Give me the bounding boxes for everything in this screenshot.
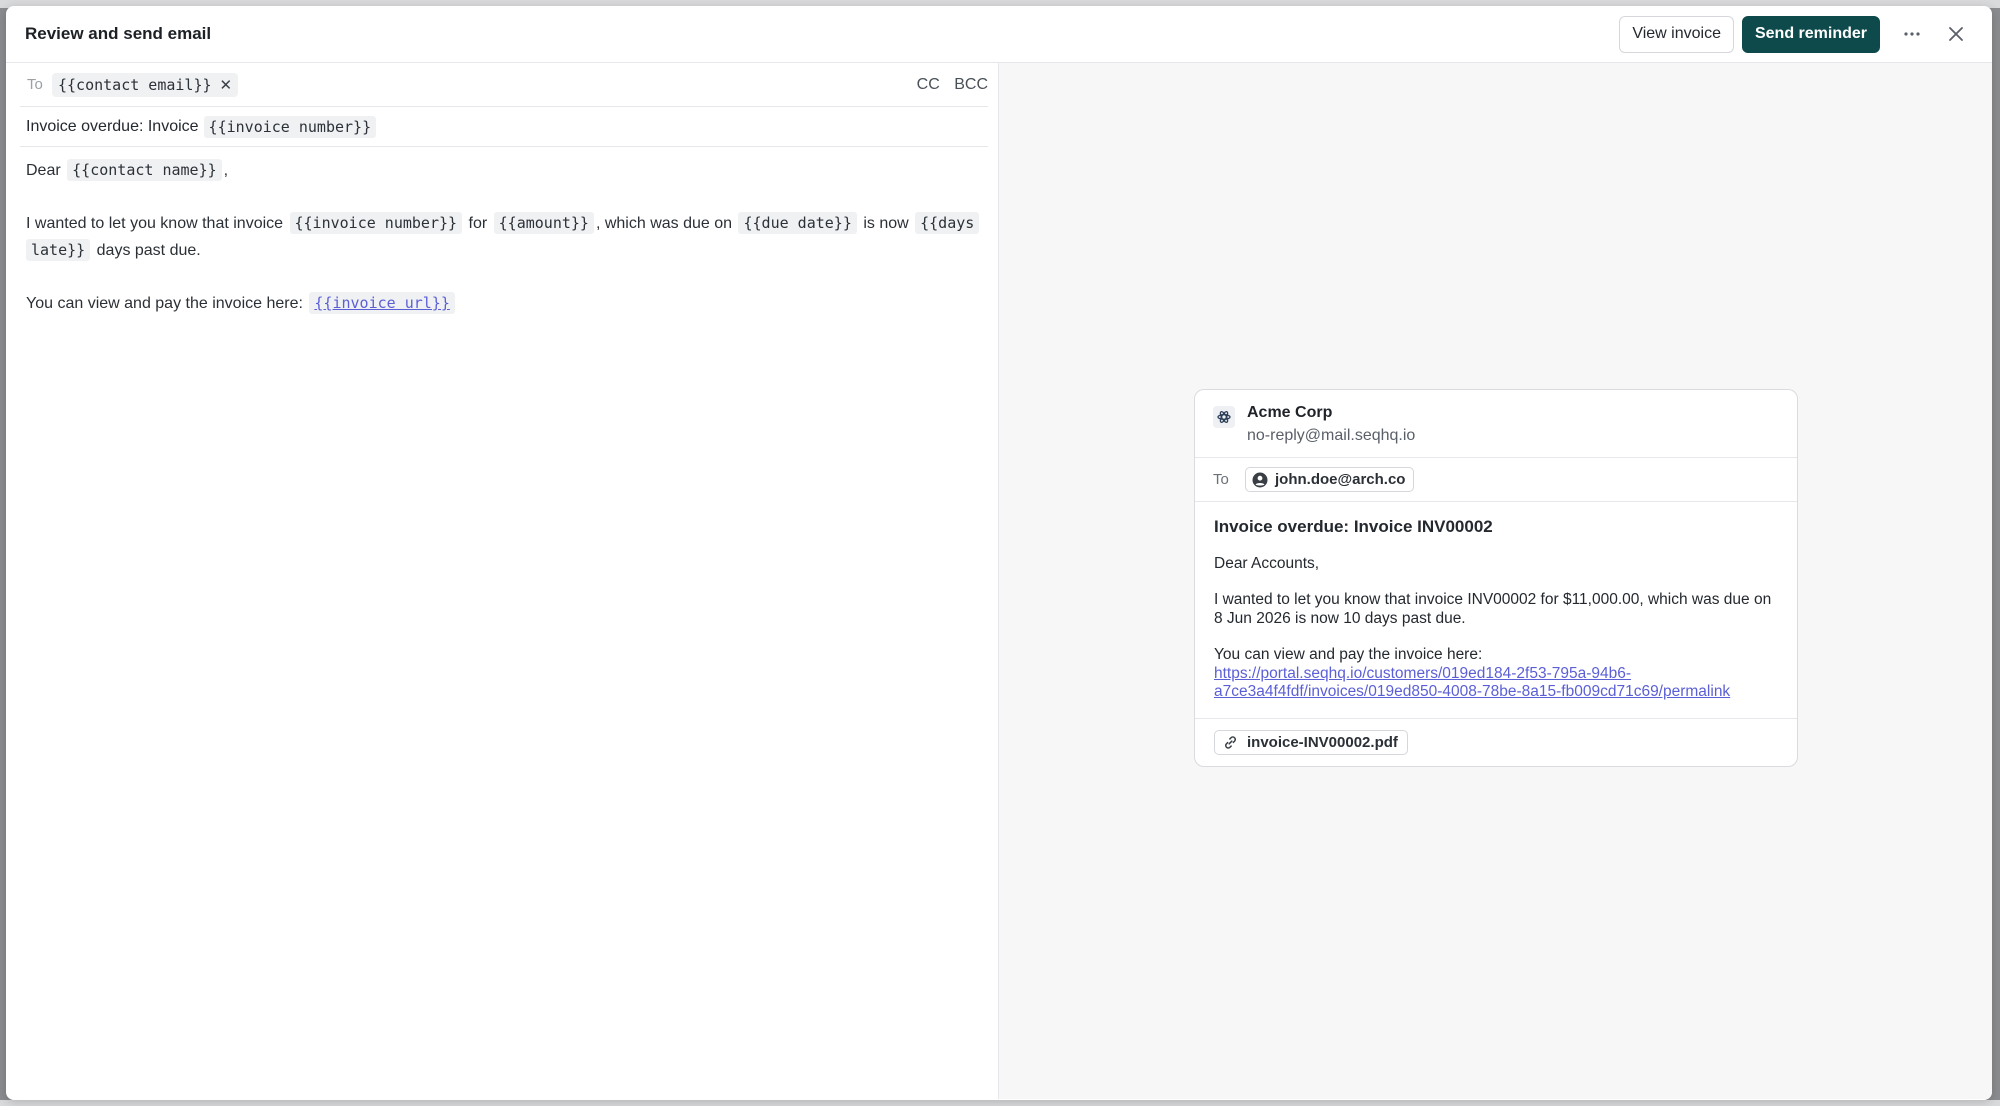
- email-preview-card: Acme Corp no-reply@mail.seqhq.io To john…: [1194, 389, 1798, 767]
- body-text: , which was due on: [595, 215, 733, 232]
- preview-paragraph-2: You can view and pay the invoice here: h…: [1214, 646, 1777, 702]
- more-icon[interactable]: [1894, 16, 1930, 52]
- bcc-toggle[interactable]: BCC: [954, 76, 988, 93]
- amount-token: {{amount}}: [493, 212, 594, 234]
- greeting-paragraph: Dear {{contact name}},: [26, 157, 988, 184]
- company-logo-icon: [1213, 406, 1235, 428]
- preview-sender: Acme Corp no-reply@mail.seqhq.io: [1195, 390, 1797, 458]
- sender-email: no-reply@mail.seqhq.io: [1247, 427, 1416, 444]
- modal-body: To {{contact email}} ✕ CC BCC Invoice ov…: [6, 63, 1992, 1099]
- invoice-portal-link[interactable]: https://portal.seqhq.io/customers/019ed1…: [1214, 665, 1631, 682]
- cc-toggle[interactable]: CC: [917, 76, 940, 93]
- body-text: is now: [863, 215, 909, 232]
- invoice-number-token: {{invoice number}}: [203, 115, 377, 138]
- preview-subject: Invoice overdue: Invoice INV00002: [1214, 517, 1493, 536]
- to-label: To: [27, 76, 43, 93]
- invoice-url-token[interactable]: {{invoice url}}: [309, 292, 455, 314]
- contact-email-token: {{contact email}}: [58, 75, 212, 94]
- body-text: days past due.: [96, 242, 201, 259]
- close-icon[interactable]: [1938, 16, 1974, 52]
- subject-text: Invoice overdue: Invoice: [26, 117, 199, 135]
- body-paragraph-2: You can view and pay the invoice here: {…: [26, 290, 988, 317]
- email-preview-pane: Acme Corp no-reply@mail.seqhq.io To john…: [999, 63, 1992, 1099]
- preview-greeting: Dear Accounts,: [1214, 554, 1320, 572]
- background-app-strip-bottom: [0, 1100, 2000, 1106]
- body-text: You can view and pay the invoice here:: [26, 295, 303, 312]
- preview-content: Invoice overdue: Invoice INV00002 Dear A…: [1195, 502, 1797, 719]
- email-body-editor[interactable]: Dear {{contact name}}, I wanted to let y…: [20, 147, 988, 317]
- body-text: I wanted to let you know that invoice: [26, 215, 284, 232]
- preview-paragraph-1: I wanted to let you know that invoice IN…: [1214, 591, 1772, 627]
- modal-title: Review and send email: [25, 24, 212, 43]
- contact-name-token: {{contact name}}: [67, 159, 222, 181]
- days-late-token-cont: late}}: [26, 239, 91, 261]
- greeting-comma: ,: [223, 162, 229, 179]
- user-circle-icon: [1252, 472, 1268, 487]
- greeting-text: Dear: [26, 162, 61, 179]
- body-paragraph-1: I wanted to let you know that invoice {{…: [26, 210, 988, 264]
- send-reminder-button[interactable]: Send reminder: [1741, 15, 1880, 53]
- body-text: for: [468, 215, 488, 232]
- recipient-chip: john.doe@arch.co: [1245, 467, 1415, 492]
- sender-name: Acme Corp: [1247, 404, 1333, 421]
- recipient-token-chip[interactable]: {{contact email}} ✕: [52, 72, 239, 97]
- to-row: To {{contact email}} ✕ CC BCC: [20, 63, 988, 107]
- view-invoice-button[interactable]: View invoice: [1619, 15, 1734, 53]
- email-editor: To {{contact email}} ✕ CC BCC Invoice ov…: [6, 63, 999, 1099]
- attachment-chip[interactable]: invoice-INV00002.pdf: [1214, 729, 1408, 755]
- invoice-number-token: {{invoice number}}: [289, 212, 463, 234]
- subject-field[interactable]: Invoice overdue: Invoice {{invoice numbe…: [20, 107, 988, 147]
- link-icon: [1225, 735, 1236, 749]
- preview-to-label: To: [1213, 471, 1229, 488]
- days-late-token: {{days: [915, 212, 980, 234]
- chip-remove-icon[interactable]: ✕: [220, 76, 233, 94]
- due-date-token: {{due date}}: [738, 212, 857, 234]
- recipient-email: john.doe@arch.co: [1275, 471, 1406, 488]
- invoice-portal-link-cont[interactable]: a7ce3a4f4fdf/invoices/019ed850-4008-78be…: [1214, 683, 1730, 700]
- modal-header: Review and send email View invoice Send …: [6, 6, 1992, 63]
- preview-to-row: To john.doe@arch.co: [1195, 458, 1797, 502]
- cc-bcc-controls: CC BCC: [907, 76, 988, 94]
- review-email-modal: Review and send email View invoice Send …: [6, 6, 1992, 1100]
- attachment-filename: invoice-INV00002.pdf: [1247, 733, 1398, 751]
- preview-paragraph-2-text: You can view and pay the invoice here:: [1214, 646, 1483, 663]
- preview-attachments: invoice-INV00002.pdf: [1195, 719, 1797, 766]
